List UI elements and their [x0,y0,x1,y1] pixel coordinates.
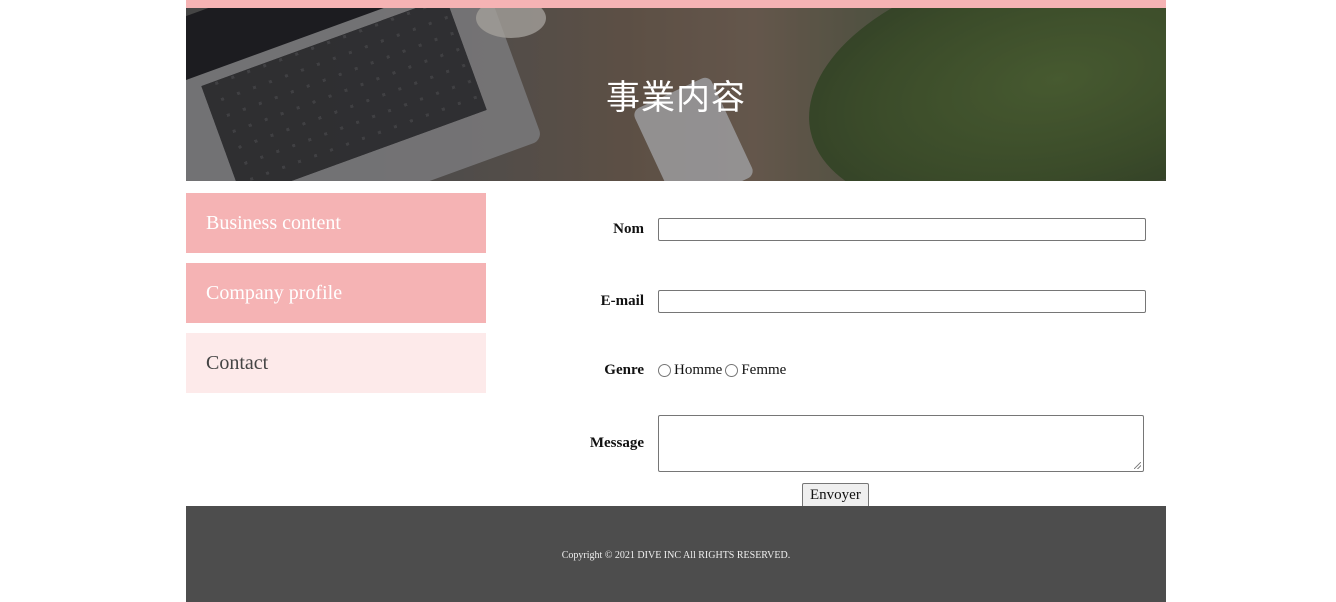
gender-option-homme[interactable]: Homme [674,362,722,379]
top-accent-bar [186,0,1166,8]
gender-row: Genre Homme Femme [486,362,1166,379]
hero-banner: 事業内容 [186,8,1166,181]
email-input[interactable] [658,290,1146,313]
gender-option-femme[interactable]: Femme [741,362,786,379]
gender-label: Genre [604,362,644,378]
name-row: Nom [486,218,1166,241]
email-label: E-mail [600,293,644,309]
sidebar-nav: Business content Company profile Contact [186,193,486,403]
name-label: Nom [613,221,644,237]
gender-radio-group: Homme Femme [658,362,789,379]
email-row: E-mail [486,290,1166,313]
message-label: Message [589,435,644,451]
sidebar-item-business-content[interactable]: Business content [186,193,486,253]
message-textarea[interactable] [658,415,1144,472]
page-container: 事業内容 Business content Company profile Co… [186,0,1166,602]
radio-unchecked-icon[interactable] [658,364,671,377]
submit-button[interactable]: Envoyer [802,483,869,508]
message-row: Message [486,415,1166,472]
site-footer: Copyright © 2021 DIVE INC All RIGHTS RES… [186,506,1166,602]
contact-form: Nom E-mail Genre Homme Femme Message Env… [486,193,1166,508]
page-title: 事業内容 [606,78,746,118]
sidebar-item-company-profile[interactable]: Company profile [186,263,486,323]
resize-grip-icon[interactable] [1134,462,1141,469]
name-input[interactable] [658,218,1146,241]
radio-unchecked-icon[interactable] [725,364,739,377]
sidebar-item-contact[interactable]: Contact [186,333,486,393]
copyright-text: Copyright © 2021 DIVE INC All RIGHTS RES… [561,549,791,561]
